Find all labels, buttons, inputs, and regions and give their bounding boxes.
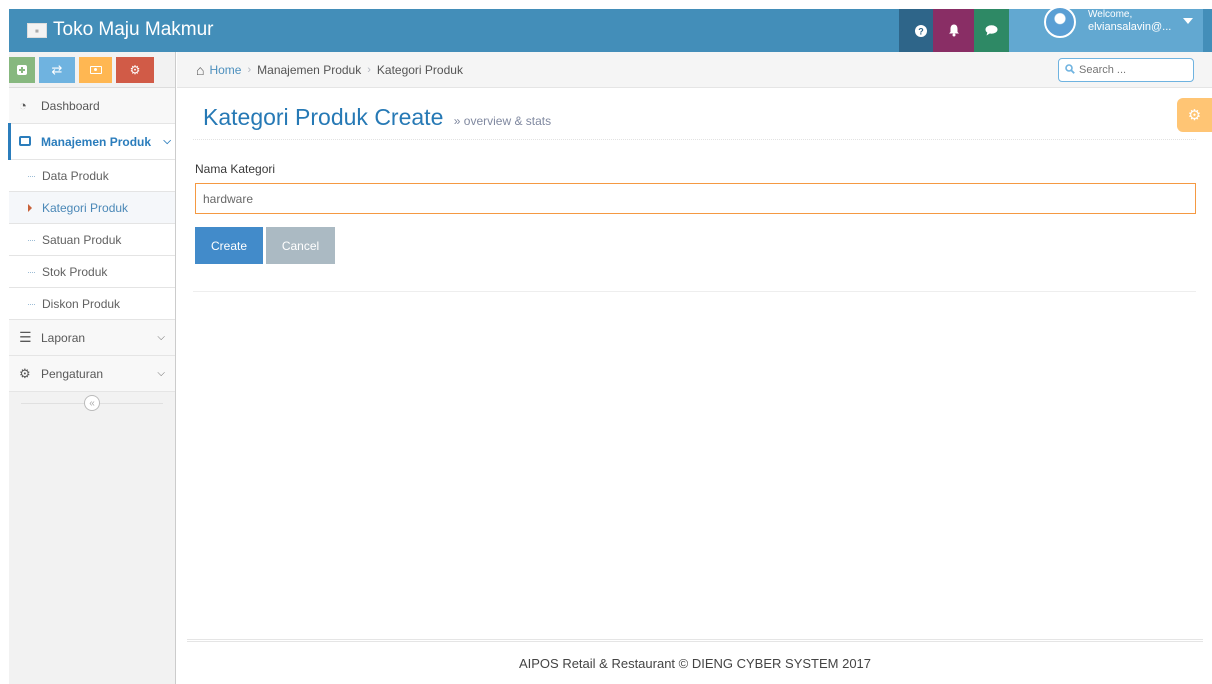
brand-logo-icon: ▦ xyxy=(27,22,47,38)
search-box[interactable] xyxy=(1058,58,1194,82)
tachometer-icon: ◔ xyxy=(19,98,27,113)
chevron-down-icon: ⌵ xyxy=(163,136,171,147)
shortcut-add-button[interactable] xyxy=(9,56,35,83)
submenu-manajemen-produk: Data Produk Kategori Produk Satuan Produ… xyxy=(9,160,175,320)
sidebar: ⇄ ⚙ ◔ Dashboard Manajemen Produk ⌵ Data … xyxy=(8,52,176,684)
cogs-icon: ⚙ xyxy=(129,62,141,77)
search-icon xyxy=(1065,63,1075,77)
svg-text:?: ? xyxy=(918,26,924,36)
breadcrumb-home[interactable]: ⌂ Home xyxy=(196,62,241,78)
sidebar-item-label: Stok Produk xyxy=(42,264,108,279)
cancel-button[interactable]: Cancel xyxy=(266,227,335,264)
breadcrumb: ⌂ Home › Manajemen Produk › Kategori Pro… xyxy=(177,52,1212,88)
money-icon xyxy=(89,65,102,74)
page-title: Kategori Produk Create » overview & stat… xyxy=(203,104,551,131)
sidebar-item-label: Data Produk xyxy=(42,168,109,183)
breadcrumb-manajemen-produk[interactable]: Manajemen Produk xyxy=(257,63,361,77)
caret-down-icon[interactable] xyxy=(1183,18,1193,24)
username-text: elviansalavin@... xyxy=(1088,21,1172,33)
brand-name: Toko Maju Makmur xyxy=(53,19,214,40)
notifications-button[interactable] xyxy=(933,9,974,52)
breadcrumb-home-label: Home xyxy=(209,62,242,77)
sidebar-shortcuts: ⇄ ⚙ xyxy=(9,52,175,88)
sidebar-item-diskon-produk[interactable]: Diskon Produk xyxy=(9,288,175,320)
create-button[interactable]: Create xyxy=(195,227,263,264)
breadcrumb-kategori-produk: Kategori Produk xyxy=(376,62,463,77)
messages-button[interactable] xyxy=(974,9,1009,52)
page-title-text: Kategori Produk Create xyxy=(203,104,444,130)
sidebar-item-pengaturan[interactable]: ⚙ Pengaturan ⌵ xyxy=(9,356,175,392)
form-divider xyxy=(193,291,1196,292)
sidebar-item-label: Dashboard xyxy=(41,98,100,113)
sidebar-item-kategori-produk[interactable]: Kategori Produk xyxy=(9,192,175,224)
chevron-down-icon: ⌵ xyxy=(157,332,165,343)
exchange-icon: ⇄ xyxy=(51,61,63,77)
sidebar-item-manajemen-produk[interactable]: Manajemen Produk ⌵ xyxy=(8,123,175,160)
sidebar-item-label: Pengaturan xyxy=(41,366,104,381)
brand[interactable]: ▦ Toko Maju Makmur xyxy=(27,18,214,42)
caret-right-icon xyxy=(28,204,32,212)
page-subtitle: » overview & stats xyxy=(454,114,551,128)
comment-icon xyxy=(985,25,998,36)
bell-icon xyxy=(948,24,959,37)
double-angle-right-icon: » xyxy=(453,114,461,128)
double-angle-left-icon[interactable]: « xyxy=(84,395,100,411)
chevron-down-icon: ⌵ xyxy=(157,368,165,379)
sidebar-collapse: « xyxy=(9,394,175,412)
sidebar-item-label: Satuan Produk xyxy=(42,232,122,247)
breadcrumb-separator-icon: › xyxy=(367,63,371,76)
sidebar-item-label: Kategori Produk xyxy=(42,200,129,215)
sidebar-item-label: Manajemen Produk xyxy=(41,134,152,149)
shortcut-settings-button[interactable]: ⚙ xyxy=(116,56,154,83)
page-header: Kategori Produk Create » overview & stat… xyxy=(193,98,1196,140)
home-icon: ⌂ xyxy=(196,61,205,78)
shortcut-transfer-button[interactable]: ⇄ xyxy=(39,56,75,83)
plus-square-icon xyxy=(17,64,27,75)
shortcut-money-button[interactable] xyxy=(79,56,112,83)
sidebar-item-label: Laporan xyxy=(41,330,86,345)
search-input[interactable] xyxy=(1079,64,1179,76)
footer: AIPOS Retail & Restaurant © DIENG CYBER … xyxy=(187,639,1203,684)
sidebar-item-laporan[interactable]: ☰ Laporan ⌵ xyxy=(9,320,175,356)
inbox-icon xyxy=(19,134,41,149)
avatar[interactable] xyxy=(1044,6,1076,38)
sidebar-item-label: Diskon Produk xyxy=(42,296,121,311)
user-info[interactable]: Welcome, elviansalavin@... xyxy=(1088,9,1171,33)
nama-kategori-label: Nama Kategori xyxy=(195,162,276,176)
breadcrumb-separator-icon: › xyxy=(247,63,252,76)
sidebar-item-dashboard[interactable]: ◔ Dashboard xyxy=(9,88,175,124)
sidebar-item-data-produk[interactable]: Data Produk xyxy=(9,160,175,192)
cog-icon: ⚙ xyxy=(19,365,31,381)
question-circle-icon: ? xyxy=(914,24,927,37)
sidebar-item-satuan-produk[interactable]: Satuan Produk xyxy=(9,224,175,256)
sidebar-item-stok-produk[interactable]: Stok Produk xyxy=(9,256,175,288)
welcome-text: Welcome, xyxy=(1088,9,1133,20)
footer-text: AIPOS Retail & Restaurant © DIENG CYBER … xyxy=(518,655,872,671)
list-icon: ☰ xyxy=(19,329,32,345)
nama-kategori-input[interactable] xyxy=(195,183,1196,214)
page-subtitle-text: overview & stats xyxy=(463,114,552,128)
